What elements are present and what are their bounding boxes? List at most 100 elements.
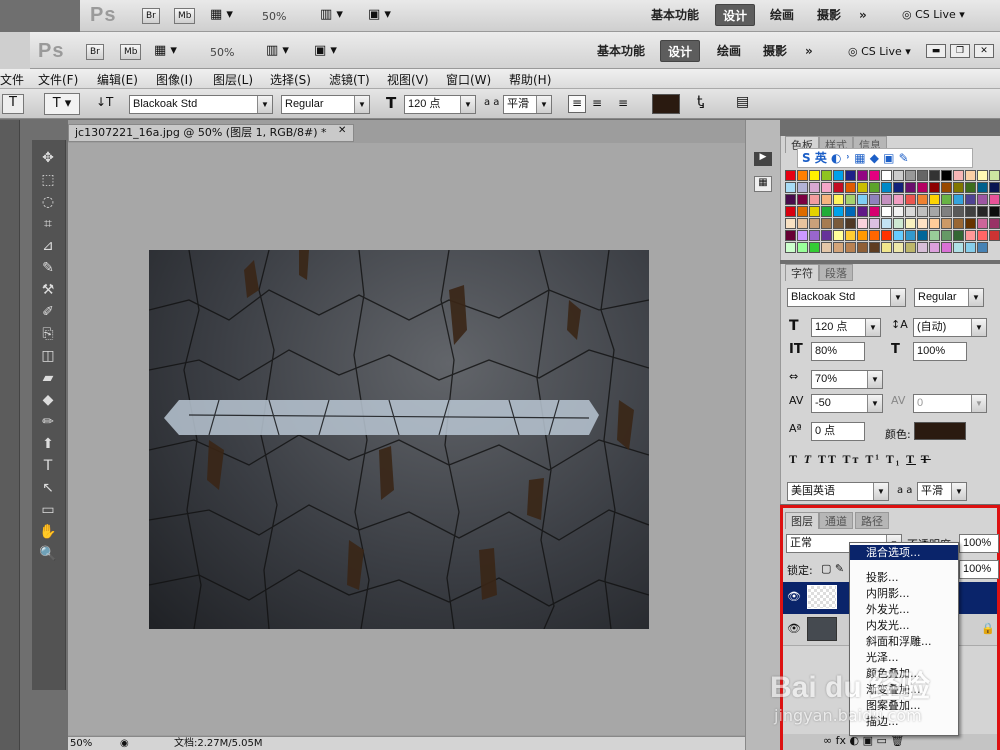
color-swatch[interactable] [821, 242, 832, 253]
color-swatch[interactable] [953, 218, 964, 229]
char-kerning[interactable]: 0 ▼ [913, 394, 987, 413]
color-swatch[interactable] [965, 170, 976, 181]
align-left-icon[interactable]: ≡ [568, 95, 586, 113]
color-swatch[interactable] [917, 242, 928, 253]
menu-window[interactable]: 窗口(W) [446, 71, 491, 88]
color-swatch[interactable] [929, 182, 940, 193]
color-swatch[interactable] [785, 206, 796, 217]
color-swatch[interactable] [869, 194, 880, 205]
close-button[interactable]: ✕ [974, 44, 994, 58]
warp-text-icon[interactable]: Ꮏ [697, 94, 705, 110]
opacity-input[interactable]: 100% [959, 534, 999, 553]
char-language[interactable]: 美国英语 ▼ [787, 482, 889, 501]
color-swatch[interactable] [965, 218, 976, 229]
tab-character[interactable]: 字符 [785, 264, 819, 281]
menu-select[interactable]: 选择(S) [270, 71, 311, 88]
color-swatch[interactable] [869, 242, 880, 253]
char-font-family[interactable]: Blackoak Std ▼ [787, 288, 906, 307]
menu-item-inner-shadow[interactable]: 内阴影... [850, 586, 958, 601]
color-swatch[interactable] [785, 182, 796, 193]
color-swatch[interactable] [965, 206, 976, 217]
color-swatch[interactable] [977, 218, 988, 229]
zoom-level[interactable]: 50% [262, 10, 286, 23]
color-swatch[interactable] [917, 194, 928, 205]
color-swatch[interactable] [941, 206, 952, 217]
zoom-level-main[interactable]: 50% [210, 46, 234, 59]
color-swatch[interactable] [809, 242, 820, 253]
color-swatch[interactable] [893, 242, 904, 253]
color-swatch[interactable] [953, 242, 964, 253]
gradient-tool-icon[interactable]: ◆ [38, 390, 58, 410]
char-vertical-scale[interactable]: 80% [811, 342, 865, 361]
visibility-eye-icon[interactable]: 👁 [787, 590, 801, 603]
color-swatch[interactable] [809, 218, 820, 229]
menu-file[interactable]: 文件(F) [38, 71, 78, 88]
color-swatch[interactable] [809, 206, 820, 217]
color-swatch[interactable] [797, 218, 808, 229]
color-swatch[interactable] [833, 182, 844, 193]
color-swatch[interactable] [893, 194, 904, 205]
workspace-photo-main[interactable]: 摄影 [756, 40, 794, 62]
eyedropper-icon[interactable]: ✎ [38, 258, 58, 278]
lock-transparent-icon[interactable]: ▢ ✎ [821, 562, 844, 575]
char-tsume[interactable]: 70% ▼ [811, 370, 883, 389]
screen-mode-icon[interactable]: ▣ ▾ [368, 7, 391, 22]
color-swatch[interactable] [785, 242, 796, 253]
type-tool-icon[interactable]: T [38, 456, 58, 476]
brush-tool-icon[interactable]: ✐ [38, 302, 58, 322]
workspace-basic-main[interactable]: 基本功能 [590, 40, 652, 62]
char-style-buttons[interactable]: T T TT Tт T¹ T₁ T T [789, 452, 931, 467]
color-swatch[interactable] [929, 218, 940, 229]
color-swatch[interactable] [989, 230, 1000, 241]
color-swatch[interactable] [893, 182, 904, 193]
char-font-size[interactable]: 120 点 ▼ [811, 318, 881, 337]
workspace-paint-main[interactable]: 绘画 [710, 40, 748, 62]
color-swatch[interactable] [905, 206, 916, 217]
color-swatch[interactable] [845, 170, 856, 181]
color-swatch[interactable] [881, 242, 892, 253]
antialias-select[interactable]: 平滑 ▼ [503, 95, 552, 114]
char-font-style[interactable]: Regular ▼ [914, 288, 984, 307]
color-swatch[interactable] [953, 206, 964, 217]
fill-input[interactable]: 100% [959, 560, 999, 579]
color-swatch[interactable] [989, 218, 1000, 229]
workspace-design-main[interactable]: 设计 [660, 40, 701, 62]
color-swatch[interactable] [833, 242, 844, 253]
color-swatch[interactable] [929, 242, 940, 253]
color-swatch[interactable] [797, 170, 808, 181]
color-swatch[interactable] [797, 206, 808, 217]
color-swatch[interactable] [857, 242, 868, 253]
color-swatch[interactable] [797, 182, 808, 193]
path-select-icon[interactable]: ↖ [38, 478, 58, 498]
color-swatch[interactable] [953, 182, 964, 193]
font-size-select[interactable]: 120 点 ▼ [404, 95, 476, 114]
color-swatch[interactable] [929, 194, 940, 205]
restore-button[interactable]: ❐ [950, 44, 970, 58]
color-swatch[interactable] [857, 194, 868, 205]
tab-layers[interactable]: 图层 [785, 512, 819, 529]
color-swatch[interactable] [869, 218, 880, 229]
color-swatch[interactable] [833, 170, 844, 181]
visibility-eye-icon[interactable]: 👁 [787, 622, 801, 635]
color-swatch[interactable] [881, 170, 892, 181]
align-right-icon[interactable]: ≡ [618, 96, 628, 110]
char-horizontal-scale[interactable]: 100% [913, 342, 967, 361]
bridge-button-main[interactable]: Br [86, 44, 104, 60]
menu-item-blending-options[interactable]: 混合选项... [850, 545, 958, 560]
color-swatch[interactable] [857, 170, 868, 181]
arrange-icon-main[interactable]: ▥ ▾ [266, 43, 289, 58]
history-brush-icon[interactable]: ◫ [38, 346, 58, 366]
tab-paths[interactable]: 路径 [855, 512, 889, 529]
color-swatch[interactable] [845, 206, 856, 217]
color-swatch[interactable] [917, 218, 928, 229]
cslive-button-main[interactable]: ◎ CS Live ▾ [848, 45, 911, 58]
minibridge-button[interactable]: Mb [174, 8, 196, 24]
color-swatch[interactable] [833, 218, 844, 229]
char-antialias[interactable]: 平滑 ▼ [917, 482, 967, 501]
color-swatch[interactable] [989, 182, 1000, 193]
color-swatch[interactable] [989, 206, 1000, 217]
bridge-button[interactable]: Br [142, 8, 160, 24]
healing-brush-icon[interactable]: ⚒ [38, 280, 58, 300]
panel-icon[interactable]: ▦ [754, 176, 772, 192]
color-swatch[interactable] [857, 230, 868, 241]
